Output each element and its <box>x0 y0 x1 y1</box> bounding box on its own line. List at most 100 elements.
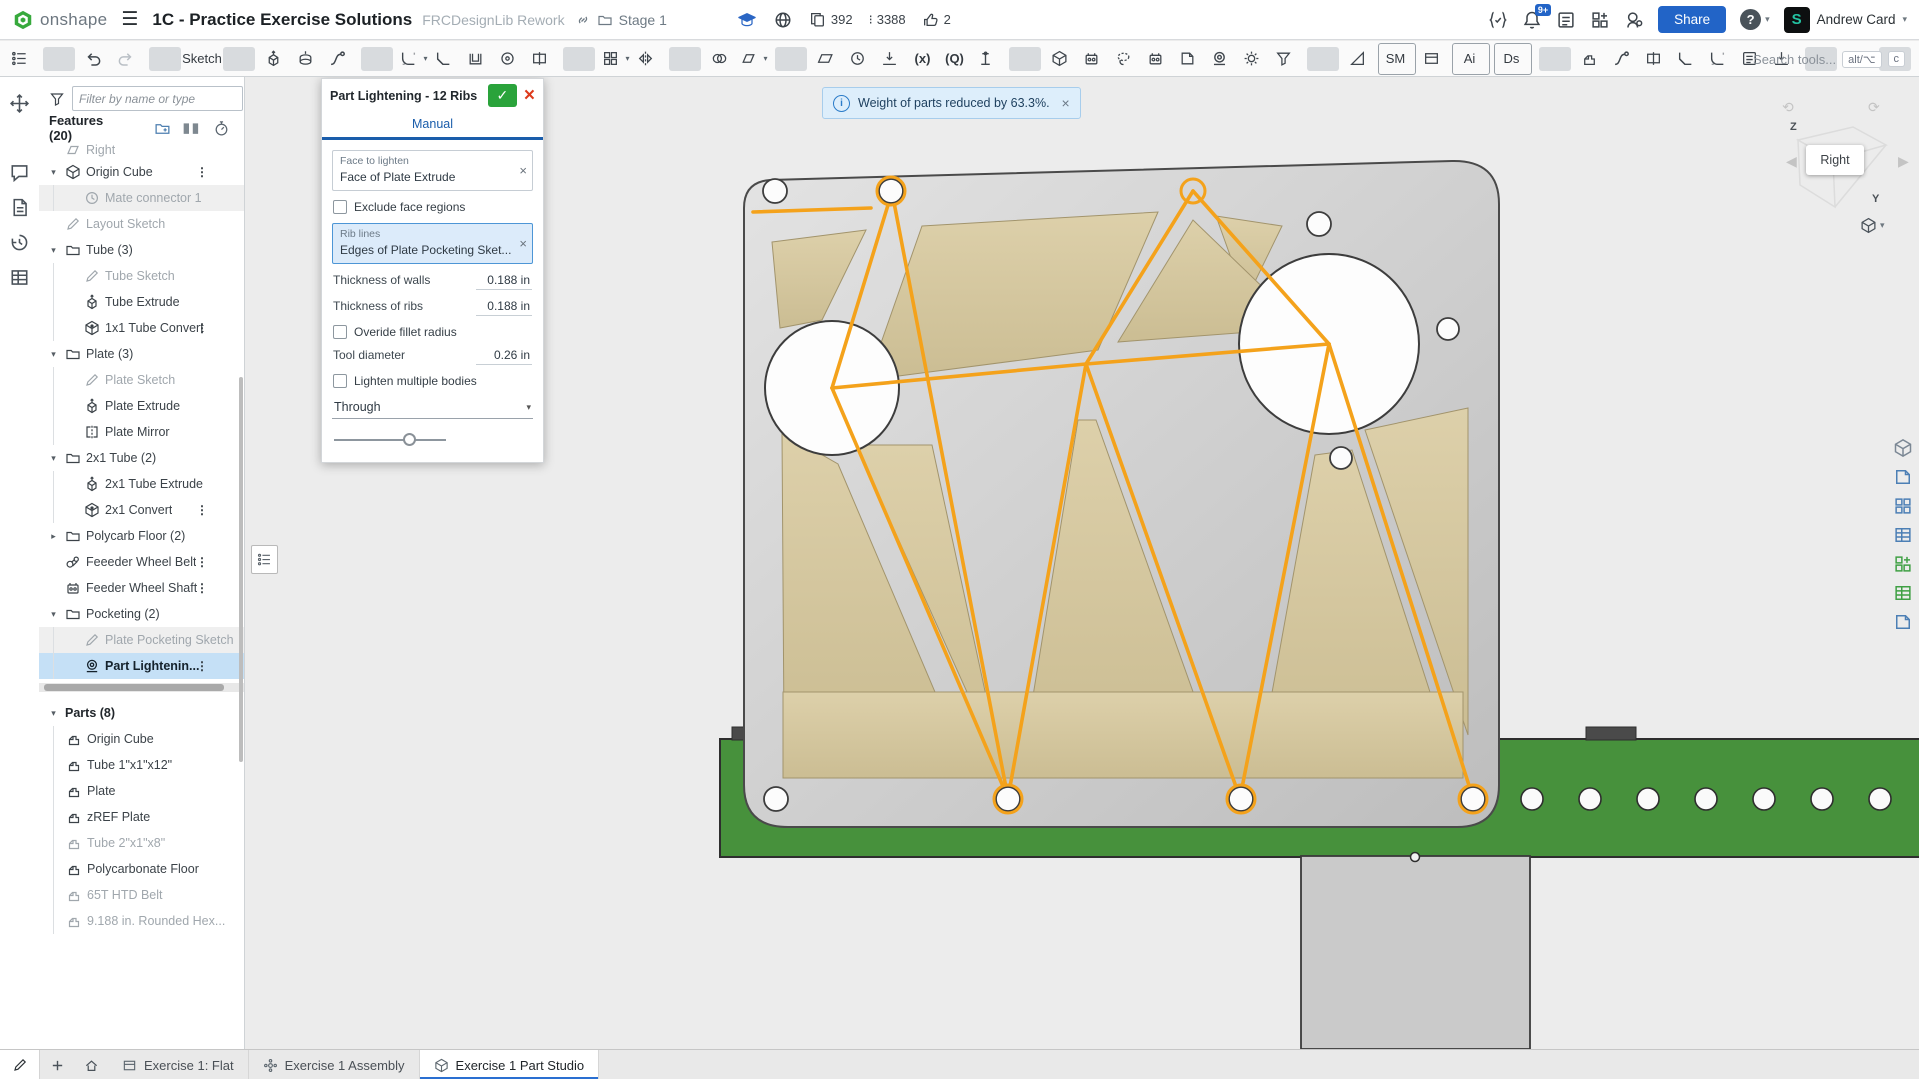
breadcrumb[interactable]: Stage 1 <box>575 12 667 28</box>
cancel-button[interactable]: × <box>524 86 535 106</box>
custom-feature-icon[interactable] <box>1206 45 1238 73</box>
slider-handle[interactable] <box>403 433 416 446</box>
expand-chevron[interactable]: ▾ <box>47 167 60 178</box>
linear-pattern-icon[interactable]: ▾ <box>600 45 632 73</box>
filter-icon[interactable] <box>1270 45 1302 73</box>
new-folder-icon[interactable] <box>154 120 171 137</box>
feature-item[interactable]: Plate Sketch <box>39 367 244 393</box>
expand-chevron[interactable]: ▾ <box>47 245 60 256</box>
divider[interactable] <box>149 47 181 71</box>
opacity-slider[interactable] <box>334 432 446 448</box>
history-icon[interactable] <box>9 232 30 253</box>
divider[interactable] <box>563 47 595 71</box>
lightened-plate[interactable] <box>744 161 1499 827</box>
expand-chevron[interactable]: ▸ <box>47 531 60 542</box>
thickness-of-ribs-input[interactable]: 0.188 in <box>476 299 532 316</box>
add-tab-button[interactable] <box>40 1050 74 1079</box>
sweep-icon[interactable] <box>324 45 356 73</box>
divider[interactable] <box>223 47 255 71</box>
gear-generator-icon[interactable] <box>1238 45 1270 73</box>
release-notes-icon[interactable] <box>9 197 30 218</box>
chamfer-icon[interactable] <box>430 45 462 73</box>
expand-chevron[interactable]: ▾ <box>47 349 60 360</box>
eraser-icon[interactable] <box>1640 45 1672 73</box>
variable-icon[interactable]: (x) <box>908 45 940 73</box>
tree-horizontal-scrollbar[interactable] <box>39 683 244 692</box>
rollback-timer-icon[interactable] <box>213 120 230 137</box>
notifications-bell[interactable]: 9+ <box>1522 10 1542 30</box>
flange-icon[interactable] <box>1576 45 1608 73</box>
learning-center-icon[interactable] <box>1624 10 1644 30</box>
corner-icon[interactable] <box>1672 45 1704 73</box>
clear-selection-icon[interactable]: × <box>519 163 527 178</box>
view-options-button[interactable]: ▾ <box>1860 217 1885 234</box>
slider-track[interactable] <box>334 439 446 441</box>
base-flange-icon[interactable] <box>1704 45 1736 73</box>
feature-item[interactable]: Plate Pocketing Sketch <box>39 627 244 653</box>
dialog-header[interactable]: Part Lightening - 12 Ribs ✓ × <box>322 79 543 112</box>
rotate-left-icon[interactable]: ◀ <box>1786 153 1797 170</box>
configuration-panel-icon[interactable] <box>1893 612 1913 632</box>
sketch-mode-indicator[interactable] <box>0 1050 40 1079</box>
thickness-of-walls-input[interactable]: 0.188 in <box>476 273 532 290</box>
part-item[interactable]: Tube 2"x1"x8" <box>39 830 244 856</box>
feature-item[interactable]: ▸ Polycarb Floor (2) <box>39 523 244 549</box>
redo-icon[interactable] <box>112 45 144 73</box>
bom-table-icon[interactable] <box>9 267 30 288</box>
divider[interactable] <box>669 47 701 71</box>
part-item[interactable]: Polycarbonate Floor <box>39 856 244 882</box>
fillet-icon[interactable]: ▾ <box>398 45 430 73</box>
frame-generator-icon[interactable] <box>1078 45 1110 73</box>
parts-header[interactable]: ▾ Parts (8) <box>39 700 244 726</box>
hole-icon[interactable] <box>494 45 526 73</box>
versions-history-icon[interactable] <box>1488 10 1508 30</box>
feature-item[interactable]: 2x1 Convert ⋮ <box>39 497 244 523</box>
help-menu[interactable]: ? ▾ <box>1740 9 1770 30</box>
divider[interactable] <box>1009 47 1041 71</box>
feature-item[interactable]: 2x1 Tube Extrude <box>39 471 244 497</box>
release-tasks-icon[interactable] <box>1556 10 1576 30</box>
extrude-icon[interactable] <box>260 45 292 73</box>
suppress-icon[interactable]: ▮▮ <box>183 120 201 136</box>
checkbox[interactable] <box>333 200 347 214</box>
sheet-metal-badge[interactable]: SM <box>1378 43 1416 75</box>
feature-item[interactable]: ▾ Tube (3) <box>39 237 244 263</box>
exploded-view-icon[interactable] <box>1893 496 1913 516</box>
user-menu[interactable]: S Andrew Card ▾ <box>1784 7 1907 33</box>
clear-selection-icon[interactable]: × <box>519 236 527 251</box>
expand-chevron[interactable]: ▾ <box>47 708 60 719</box>
feature-item[interactable]: ▾ 2x1 Tube (2) <box>39 445 244 471</box>
display-states-icon[interactable] <box>1893 583 1913 603</box>
feature-item[interactable]: Tube Sketch <box>39 263 244 289</box>
kebab-menu-icon[interactable]: ⋮ <box>196 503 208 517</box>
belt-generator-icon[interactable] <box>1142 45 1174 73</box>
ds-badge[interactable]: Ds <box>1494 43 1532 75</box>
section-view-icon[interactable] <box>1893 467 1913 487</box>
app-store-icon[interactable] <box>1590 10 1610 30</box>
search-tools[interactable]: Search tools... alt/⌥ c <box>1753 41 1913 77</box>
feature-list-flyout-toggle[interactable] <box>251 545 278 574</box>
part-item[interactable]: zREF Plate <box>39 804 244 830</box>
rotate-right-icon[interactable]: ▶ <box>1898 153 1909 170</box>
named-views-icon[interactable] <box>1893 525 1913 545</box>
override-fillet-radius-checkbox[interactable]: Overide fillet radius <box>333 325 532 339</box>
tab-exercise-1-part-studio[interactable]: Exercise 1 Part Studio <box>420 1050 600 1079</box>
feature-item[interactable]: 1x1 Tube Convert ⋮ <box>39 315 244 341</box>
divider[interactable] <box>43 47 75 71</box>
part-item[interactable]: Origin Cube <box>39 726 244 752</box>
part-item[interactable]: Plate <box>39 778 244 804</box>
feature-item[interactable]: Mate connector 1 <box>39 185 244 211</box>
feature-list-icon[interactable] <box>6 45 38 73</box>
kebab-menu-icon[interactable]: ⋮ <box>196 165 208 179</box>
tab-manager-button[interactable] <box>74 1050 108 1079</box>
kebab-menu-icon[interactable]: ⋮ <box>196 321 208 335</box>
divider[interactable] <box>1539 47 1571 71</box>
tree-vertical-scrollbar[interactable] <box>239 377 243 762</box>
view-cube-face[interactable]: Right <box>1806 145 1864 175</box>
part-item[interactable]: 9.188 in. Rounded Hex... <box>39 908 244 934</box>
feature-item[interactable]: ▾ Plate (3) <box>39 341 244 367</box>
public-icon[interactable] <box>773 10 793 30</box>
onshape-logo[interactable]: onshape <box>12 9 107 31</box>
feature-item[interactable]: Part Lightenin... ⋮ <box>39 653 244 679</box>
sketch-button[interactable]: Sketch <box>186 45 218 73</box>
